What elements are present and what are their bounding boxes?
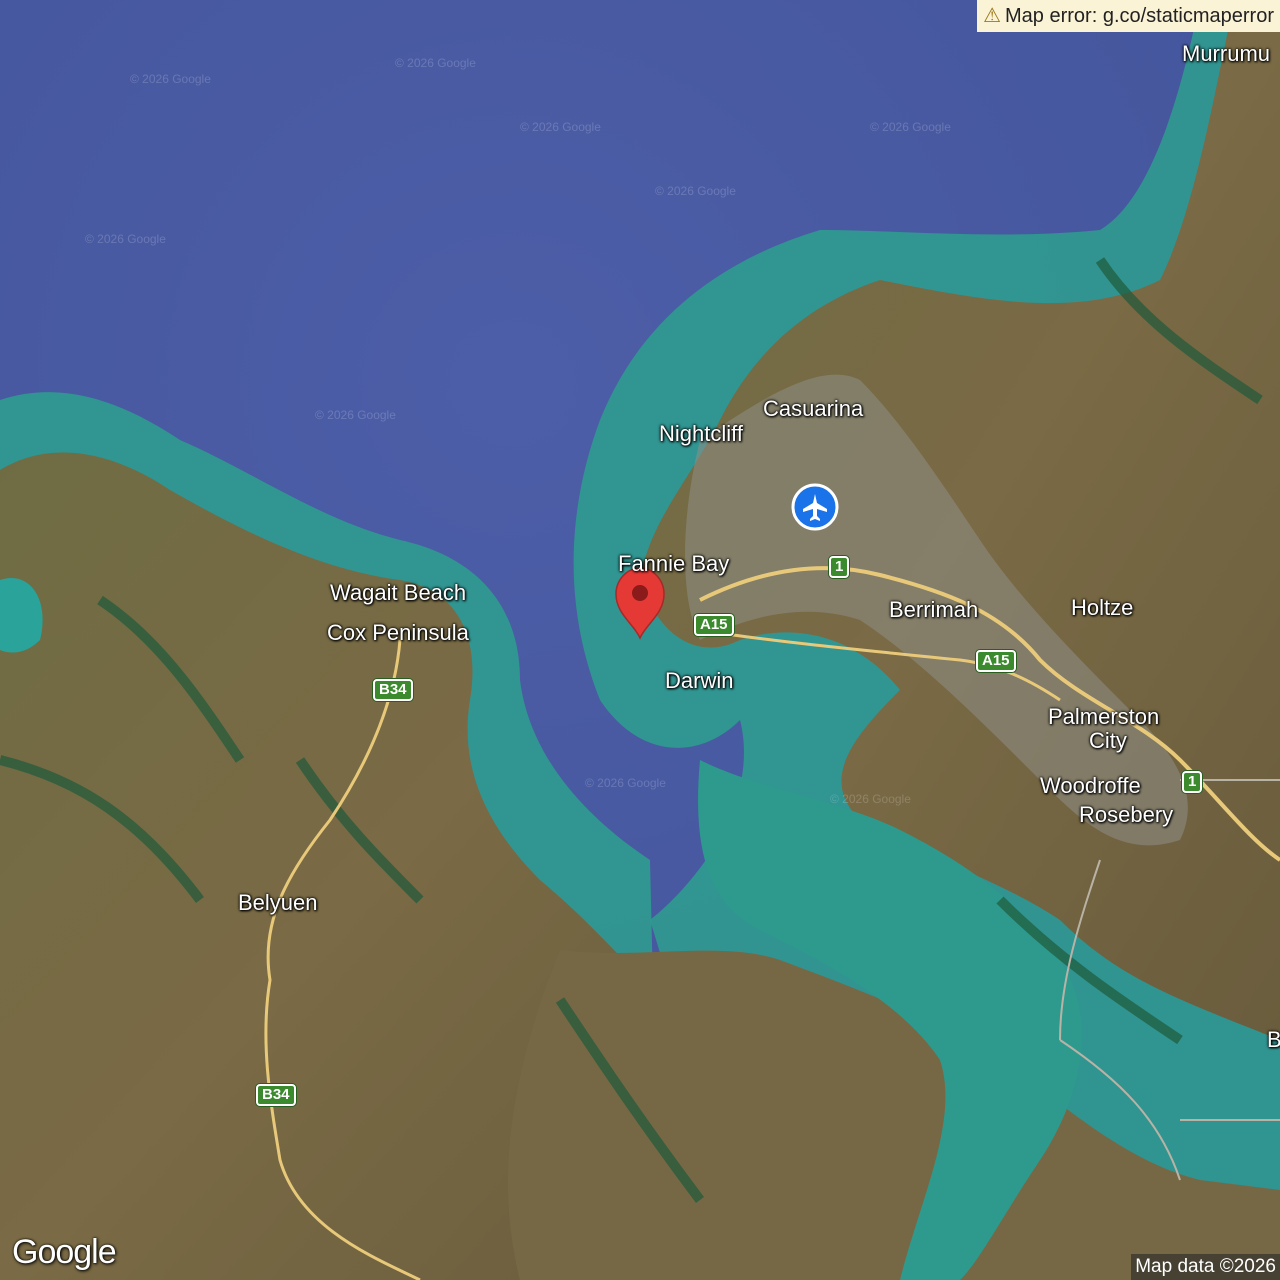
place-label-wagait-beach: Wagait Beach: [330, 580, 467, 605]
place-label-cox-peninsula: Cox Peninsula: [327, 620, 469, 645]
place-label-woodroffe: Woodroffe: [1040, 773, 1141, 798]
watermark: © 2026 Google: [830, 792, 911, 806]
place-label-edge-b: B: [1267, 1027, 1280, 1052]
place-label-darwin: Darwin: [665, 668, 734, 693]
place-label-murrumujuk: Murrumu: [1182, 41, 1271, 66]
watermark: © 2026 Google: [655, 184, 736, 198]
place-label-nightcliff: Nightcliff: [659, 421, 743, 446]
map-attribution[interactable]: Map data ©2026: [1131, 1254, 1280, 1280]
airport-icon[interactable]: [791, 483, 839, 531]
watermark: © 2026 Google: [130, 72, 211, 86]
place-label-holtze: Holtze: [1071, 595, 1134, 620]
route-shield-a15: A15: [976, 650, 1016, 672]
route-shield-a15: A15: [694, 614, 734, 636]
google-logo: Google: [12, 1233, 117, 1271]
warning-icon: ⚠: [983, 5, 1002, 27]
place-label-palmerston: Palmerston: [1048, 704, 1160, 729]
route-shield-1: 1: [829, 556, 850, 578]
map-error-text: Map error: g.co/staticmaperror: [1005, 5, 1274, 27]
place-label-rosebery: Rosebery: [1079, 802, 1174, 827]
watermark: © 2026 Google: [395, 56, 476, 70]
place-label-berrimah: Berrimah: [889, 597, 979, 622]
watermark: © 2026 Google: [315, 408, 396, 422]
watermark: © 2026 Google: [585, 776, 666, 790]
watermark: © 2026 Google: [520, 120, 601, 134]
place-label-fannie-bay: Fannie Bay: [618, 551, 730, 576]
route-shield-b34: B34: [373, 679, 413, 701]
route-shield-1: 1: [1182, 771, 1203, 793]
watermark: © 2026 Google: [85, 232, 166, 246]
map-error-banner[interactable]: ⚠ Map error: g.co/staticmaperror: [977, 0, 1280, 32]
place-label-belyuen: Belyuen: [238, 890, 318, 915]
satellite-map[interactable]: [0, 0, 1280, 1280]
route-shield-b34: B34: [256, 1084, 296, 1106]
place-label-city: City: [1089, 728, 1127, 753]
place-label-casuarina: Casuarina: [763, 396, 864, 421]
watermark: © 2026 Google: [870, 120, 951, 134]
